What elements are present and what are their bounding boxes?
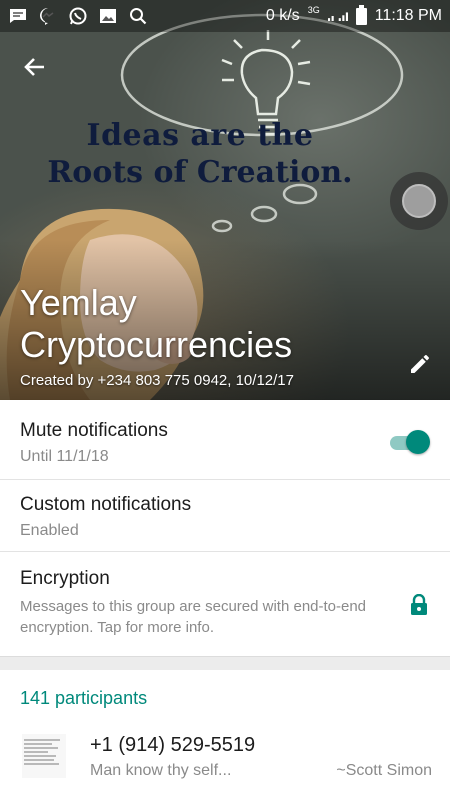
network-speed: 0 k/s <box>265 7 300 24</box>
group-settings-list: Mute notifications Until 11/1/18 Custom … <box>0 400 450 656</box>
encryption-row[interactable]: Encryption Messages to this group are se… <box>0 552 450 656</box>
pencil-icon <box>411 355 429 373</box>
participant-pushname: ~Scott Simon <box>336 762 432 779</box>
encryption-title: Encryption <box>20 568 110 589</box>
avatar[interactable] <box>22 734 66 778</box>
group-name: Yemlay Cryptocurrencies <box>20 282 293 365</box>
mute-notifications-subtitle: Until 11/1/18 <box>20 448 109 465</box>
mute-notifications-title: Mute notifications <box>20 420 168 441</box>
custom-notifications-row[interactable]: Custom notifications Enabled <box>0 480 450 552</box>
participant-row[interactable]: +1 (914) 529-5519 Man know thy self... ~… <box>0 726 450 796</box>
encryption-description: Messages to this group are secured with … <box>20 598 367 636</box>
bubble-icon <box>402 184 436 218</box>
participant-name: +1 (914) 529-5519 <box>90 734 256 756</box>
back-button[interactable] <box>14 46 56 88</box>
section-divider <box>0 656 450 670</box>
custom-notifications-title: Custom notifications <box>20 494 192 515</box>
edit-group-name-button[interactable] <box>404 348 436 380</box>
network-type: 3G <box>307 5 320 15</box>
floating-bubble-button[interactable] <box>390 172 448 230</box>
signal-icon <box>327 7 348 25</box>
custom-notifications-subtitle: Enabled <box>20 522 79 539</box>
participants-count: 141 participants <box>20 688 148 708</box>
participant-status: Man know thy self... <box>90 762 232 779</box>
message-icon <box>8 7 28 25</box>
mute-toggle[interactable] <box>390 430 430 456</box>
toggle-thumb <box>406 430 430 454</box>
back-arrow-icon <box>24 58 44 76</box>
search-icon <box>128 7 148 25</box>
slogan-line-2: Roots of Creation. <box>47 155 353 190</box>
hero-slogan: Ideas are the Roots of Creation. <box>0 118 400 190</box>
battery-icon <box>355 4 367 25</box>
gallery-icon <box>98 7 118 25</box>
clock: 11:18 PM <box>374 7 442 24</box>
lock-icon <box>411 594 427 615</box>
group-header-image[interactable]: Ideas are the Roots of Creation. 0 k/s 3… <box>0 0 450 400</box>
whatsapp-icon <box>68 7 88 25</box>
mute-notifications-row[interactable]: Mute notifications Until 11/1/18 <box>0 400 450 480</box>
status-bar: 0 k/s 3G 11:18 PM <box>0 0 450 32</box>
group-created-info: Created by +234 803 775 0942, 10/12/17 <box>20 372 294 389</box>
participants-section: 141 participants +1 (914) 529-5519 Man k… <box>0 670 450 800</box>
slogan-line-1: Ideas are the <box>86 118 314 153</box>
messenger-icon <box>38 7 58 25</box>
